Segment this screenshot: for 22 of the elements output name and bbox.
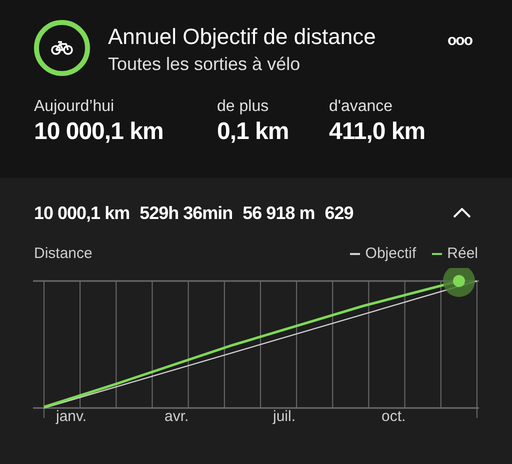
- chevron-up-icon: [453, 208, 471, 218]
- month-label: avr.: [164, 407, 189, 427]
- stat-value: 411,0 km: [329, 117, 426, 147]
- summary-value: 629: [324, 202, 354, 224]
- legend-label: Objectif: [365, 244, 416, 264]
- summary-value: 10 000,1 km: [34, 202, 130, 224]
- legend-label: Réel: [447, 244, 478, 264]
- summary-value: 56 918 m: [242, 202, 315, 224]
- summary-value: 529h 36min: [140, 202, 233, 224]
- month-label: janv.: [56, 407, 87, 427]
- month-label: juil.: [273, 407, 296, 427]
- more-options-button[interactable]: ooo: [448, 30, 472, 52]
- stat-label: d'avance: [329, 97, 394, 117]
- goal-subtitle: Toutes les sorties à vélo: [108, 53, 302, 76]
- stat-value: 0,1 km: [217, 117, 290, 147]
- chart-title: Distance: [34, 244, 94, 264]
- goal-title: Annuel Objectif de distance: [108, 23, 377, 51]
- stat-label: de plus: [217, 97, 270, 117]
- stat-label: Aujourd’hui: [34, 97, 116, 117]
- stat-value: 10 000,1 km: [34, 117, 164, 147]
- month-label: oct.: [382, 407, 406, 427]
- cycling-goal-ring-icon: [34, 20, 90, 76]
